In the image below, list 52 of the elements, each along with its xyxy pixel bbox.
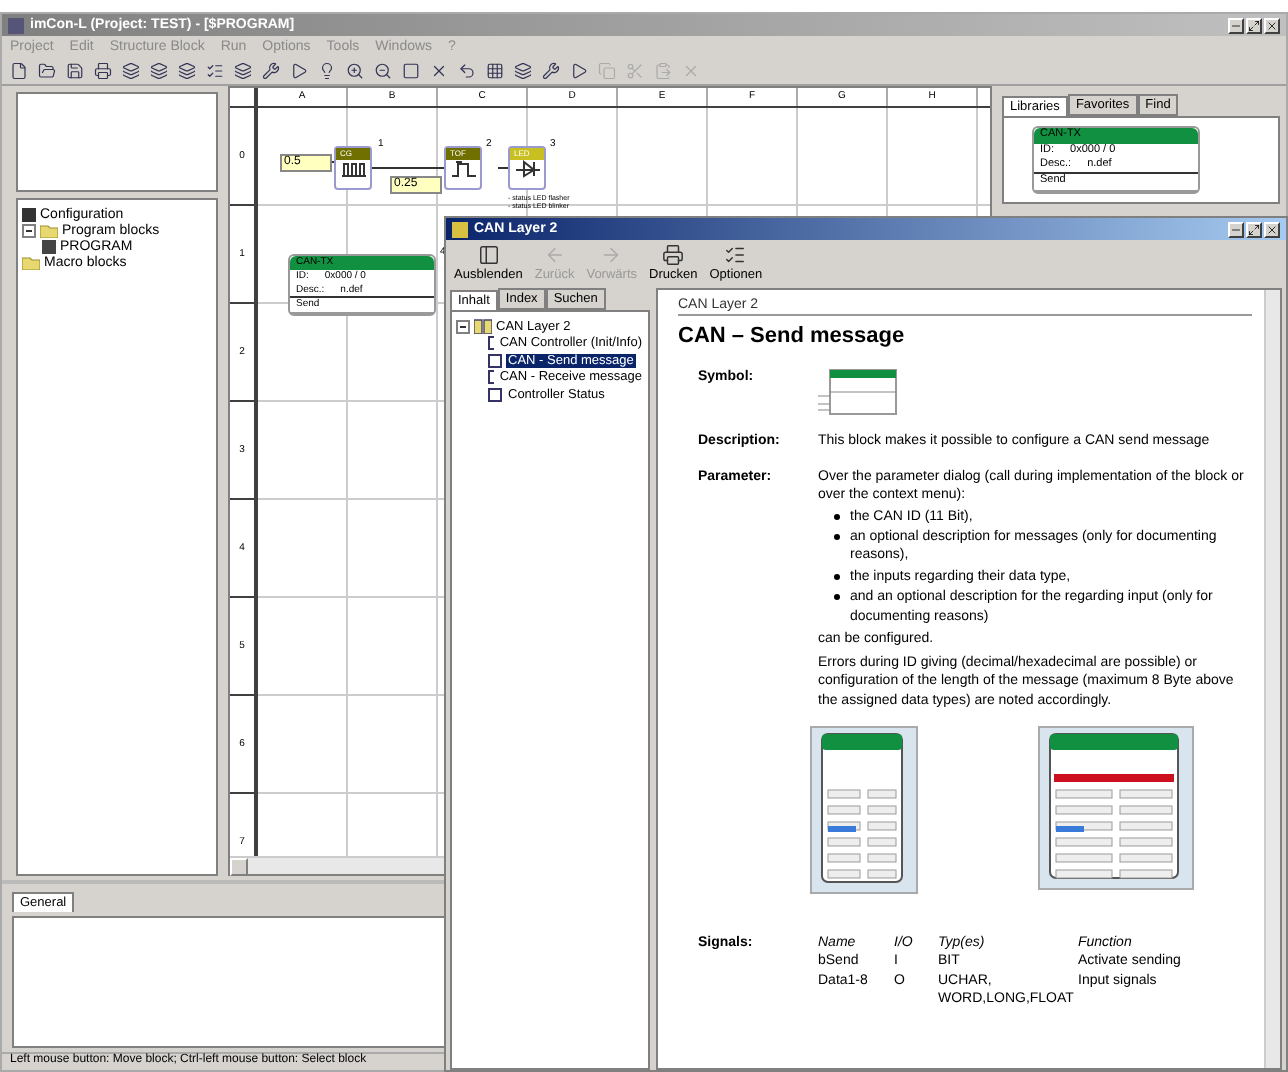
cut-icon (626, 62, 644, 80)
page-heading: CAN – Send message (678, 322, 907, 353)
minimize-button[interactable] (1228, 17, 1244, 33)
block-symbol-drawing (818, 368, 898, 417)
undo-icon (458, 62, 476, 80)
wrench-icon (262, 62, 280, 80)
bullet-icon (834, 534, 840, 541)
run-icon (290, 62, 308, 80)
app-icon (8, 17, 24, 33)
hide-icon (477, 244, 500, 266)
close-icon (1266, 223, 1278, 235)
close-button[interactable] (1264, 221, 1280, 237)
bullet-icon (834, 594, 840, 601)
pulse-icon (341, 160, 365, 178)
help-icon (452, 221, 468, 237)
zoom-in-icon (346, 62, 364, 80)
open-folder-icon (38, 62, 56, 80)
maximize-button[interactable] (1246, 17, 1262, 33)
collapse-toggle-icon[interactable] (456, 319, 470, 334)
close-button[interactable] (1264, 17, 1280, 33)
back-icon (543, 244, 566, 266)
copy-icon (598, 62, 616, 80)
close-icon (430, 62, 448, 80)
stop-icon (402, 62, 420, 80)
step-icon (451, 160, 475, 178)
save-icon (66, 62, 84, 80)
p-block-icon (42, 239, 56, 253)
print-icon (662, 244, 685, 266)
book-icon (474, 318, 492, 335)
k-block-icon (22, 207, 36, 221)
zoom-out-icon (374, 62, 392, 80)
minimize-icon (1230, 223, 1242, 235)
paste-icon (654, 62, 672, 80)
grid-icon (486, 62, 504, 80)
run-icon (570, 62, 588, 80)
maximize-button[interactable] (1246, 221, 1262, 237)
minimize-icon (1230, 19, 1242, 31)
bullet-icon (834, 513, 840, 520)
forward-icon (600, 244, 623, 266)
scroll-left-button[interactable] (230, 858, 248, 876)
close-icon (1266, 19, 1278, 31)
delete-icon (682, 62, 700, 80)
minimize-button[interactable] (1228, 221, 1244, 237)
led-icon (515, 160, 539, 178)
collapse-toggle-icon[interactable] (22, 223, 36, 237)
options-icon (724, 244, 747, 266)
tool-icon (542, 62, 560, 80)
layers-icon (514, 62, 532, 80)
bullet-icon (834, 573, 840, 580)
print-icon (94, 62, 112, 80)
list-icon (206, 62, 224, 80)
new-file-icon (10, 62, 28, 80)
